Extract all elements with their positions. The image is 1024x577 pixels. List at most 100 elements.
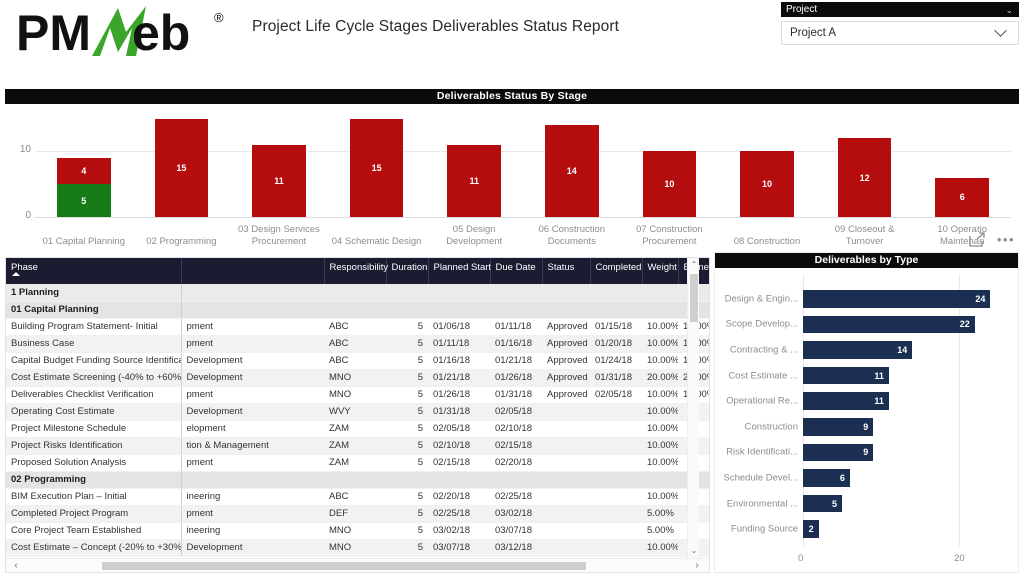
table-row[interactable]: Project Risks Identificationtion & Manag… xyxy=(6,437,710,454)
table-row[interactable]: Completed Project ProgrampmentDEF502/25/… xyxy=(6,505,710,522)
table-row[interactable]: Deliverables Checklist Verificationpment… xyxy=(6,386,710,403)
cell-responsibility-overflow: pment xyxy=(181,335,324,352)
horizontal-scroll-thumb[interactable] xyxy=(102,562,586,570)
stage-chart-plot[interactable]: 1004501 Capital Planning1502 Programming… xyxy=(5,104,1019,249)
chevron-down-icon[interactable] xyxy=(996,26,1008,38)
table-row[interactable]: Cost Estimate – Concept (-20% to +30%)De… xyxy=(6,539,710,556)
table-row[interactable]: Building Program Statement- Initialpment… xyxy=(6,318,710,335)
table-row[interactable]: Core Project Team EstablishedineeringMNO… xyxy=(6,522,710,539)
bar-segment-not-completed[interactable]: 15 xyxy=(155,119,209,217)
chevron-down-icon[interactable]: ⌄ xyxy=(1005,3,1013,18)
type-bar-row[interactable]: Scope Develop... 22 xyxy=(715,312,1018,338)
type-category-label: Scope Develop... xyxy=(715,319,798,330)
chevron-right-icon[interactable]: › xyxy=(689,559,705,573)
cell-planned-start: 02/20/18 xyxy=(428,488,490,505)
table-subgroup-row[interactable]: 01 Capital Planning xyxy=(6,301,710,318)
type-bar-row[interactable]: Operational Re...11 xyxy=(715,388,1018,414)
type-bar[interactable]: 24 xyxy=(803,290,990,308)
pmweb-logo: PM eb ® xyxy=(14,2,234,64)
more-options-icon[interactable]: ••• xyxy=(997,235,1015,245)
column-header-weight[interactable]: Weight xyxy=(642,258,678,284)
column-header-status[interactable]: Status xyxy=(542,258,590,284)
type-bar-value-label: 9 xyxy=(863,422,868,432)
column-header-planned-start[interactable]: Planned Start xyxy=(428,258,490,284)
type-bar[interactable]: 9 xyxy=(803,418,873,436)
table-row[interactable]: Capital Budget Funding Source Identifica… xyxy=(6,352,710,369)
deliverables-table-card[interactable]: Phase Responsibility Duration Planned St… xyxy=(5,257,710,573)
stage-bar-column[interactable]: 15 xyxy=(350,119,404,217)
column-header-responsibility[interactable]: Responsibility xyxy=(324,258,386,284)
type-bar-row[interactable]: Design & Engin...24 xyxy=(715,286,1018,312)
bar-segment-not-completed[interactable]: 12 xyxy=(838,138,892,217)
stage-bar-column[interactable]: 11 xyxy=(447,145,501,217)
project-slicer[interactable]: Project ⌄ Project A xyxy=(781,2,1019,45)
type-bar-row[interactable]: Funding Source2 xyxy=(715,516,1018,542)
stage-bar-column[interactable]: 10 xyxy=(643,151,697,217)
bar-segment-not-completed[interactable]: 14 xyxy=(545,125,599,217)
stage-bar-column[interactable]: 6 xyxy=(935,178,989,217)
bar-segment-not-completed[interactable]: 6 xyxy=(935,178,989,217)
table-subgroup-row[interactable]: 02 Programming xyxy=(6,471,710,488)
stage-bar-column[interactable]: 14 xyxy=(545,125,599,217)
type-bar[interactable]: 22 xyxy=(803,316,975,334)
cell-planned-start xyxy=(428,284,490,301)
vertical-scroll-thumb[interactable] xyxy=(690,274,698,322)
report-header: PM eb ® Project Life Cycle Stages Delive… xyxy=(0,0,1024,84)
column-header-phase[interactable]: Phase xyxy=(6,258,181,284)
bar-segment-not-completed[interactable]: 10 xyxy=(740,151,794,217)
column-header-blank[interactable] xyxy=(181,258,324,284)
cell-due-date: 01/11/18 xyxy=(490,318,542,335)
type-bar[interactable]: 9 xyxy=(803,444,873,462)
stage-bar-column[interactable]: 11 xyxy=(252,145,306,217)
stage-bar-column[interactable]: 12 xyxy=(838,138,892,217)
stage-bar-column[interactable]: 45 xyxy=(57,158,111,217)
bar-segment-not-completed[interactable]: 15 xyxy=(350,119,404,217)
chevron-left-icon[interactable]: ‹ xyxy=(8,559,24,573)
bar-segment-completed[interactable]: 5 xyxy=(57,184,111,217)
cell-responsibility-overflow: pment xyxy=(181,505,324,522)
table-horizontal-scrollbar[interactable]: ‹ › xyxy=(6,558,709,572)
type-bar-row[interactable]: Schedule Devel...6 xyxy=(715,465,1018,491)
column-header-duration[interactable]: Duration xyxy=(386,258,428,284)
bar-segment-not-completed[interactable]: 11 xyxy=(252,145,306,217)
type-bar-row[interactable]: Risk Identificati...9 xyxy=(715,440,1018,466)
type-bar-row[interactable]: Contracting & ...14 xyxy=(715,337,1018,363)
focus-mode-icon[interactable] xyxy=(969,232,986,247)
stage-chart-card: Deliverables Status By Stage 1004501 Cap… xyxy=(5,89,1019,249)
type-chart-plot[interactable]: 020Design & Engin...24Scope Develop...22… xyxy=(715,268,1018,572)
table-row[interactable]: Proposed Solution AnalysispmentZAM502/15… xyxy=(6,454,710,471)
bar-segment-not-completed[interactable]: 11 xyxy=(447,145,501,217)
cell-status: Approved xyxy=(542,352,590,369)
type-bar-row[interactable]: Environmental ... 5 xyxy=(715,491,1018,517)
table-group-row[interactable]: 1 Planning xyxy=(6,284,710,301)
table-row[interactable]: Operating Cost EstimateDevelopmentWVY501… xyxy=(6,403,710,420)
stage-bar-column[interactable]: 10 xyxy=(740,151,794,217)
type-bar[interactable]: 5 xyxy=(803,495,842,513)
type-category-label: Environmental ... xyxy=(715,498,798,509)
column-header-due-date[interactable]: Due Date xyxy=(490,258,542,284)
type-bar-row[interactable]: Cost Estimate ...11 xyxy=(715,363,1018,389)
cell-phase: Project Risks Identification xyxy=(6,437,181,454)
project-dropdown[interactable]: Project A xyxy=(781,21,1019,45)
bar-segment-not-completed[interactable]: 4 xyxy=(57,158,111,184)
type-bar[interactable]: 6 xyxy=(803,469,850,487)
type-bar-row[interactable]: Construction9 xyxy=(715,414,1018,440)
table-row[interactable]: BIM Execution Plan – InitialineeringABC5… xyxy=(6,488,710,505)
table-row[interactable]: Business CasepmentABC501/11/1801/16/18Ap… xyxy=(6,335,710,352)
type-bar[interactable]: 11 xyxy=(803,392,889,410)
chevron-up-icon[interactable]: ⌃ xyxy=(690,260,698,270)
cell-duration: 5 xyxy=(386,505,428,522)
chevron-down-icon[interactable]: ⌄ xyxy=(690,546,698,556)
column-header-completed[interactable]: Completed xyxy=(590,258,642,284)
x-axis-category-label: 04 Schematic Design xyxy=(328,236,426,248)
visual-actions[interactable]: ••• xyxy=(969,232,1015,247)
bar-segment-not-completed[interactable]: 10 xyxy=(643,151,697,217)
table-row[interactable]: Project Milestone ScheduleelopmentZAM502… xyxy=(6,420,710,437)
type-bar[interactable]: 2 xyxy=(803,520,819,538)
cell-status xyxy=(542,522,590,539)
stage-bar-column[interactable]: 15 xyxy=(155,119,209,217)
table-row[interactable]: Cost Estimate Screening (-40% to +60%)De… xyxy=(6,369,710,386)
type-bar[interactable]: 14 xyxy=(803,341,912,359)
type-bar[interactable]: 11 xyxy=(803,367,889,385)
table-vertical-scrollbar[interactable]: ⌃ ⌄ xyxy=(687,258,699,558)
